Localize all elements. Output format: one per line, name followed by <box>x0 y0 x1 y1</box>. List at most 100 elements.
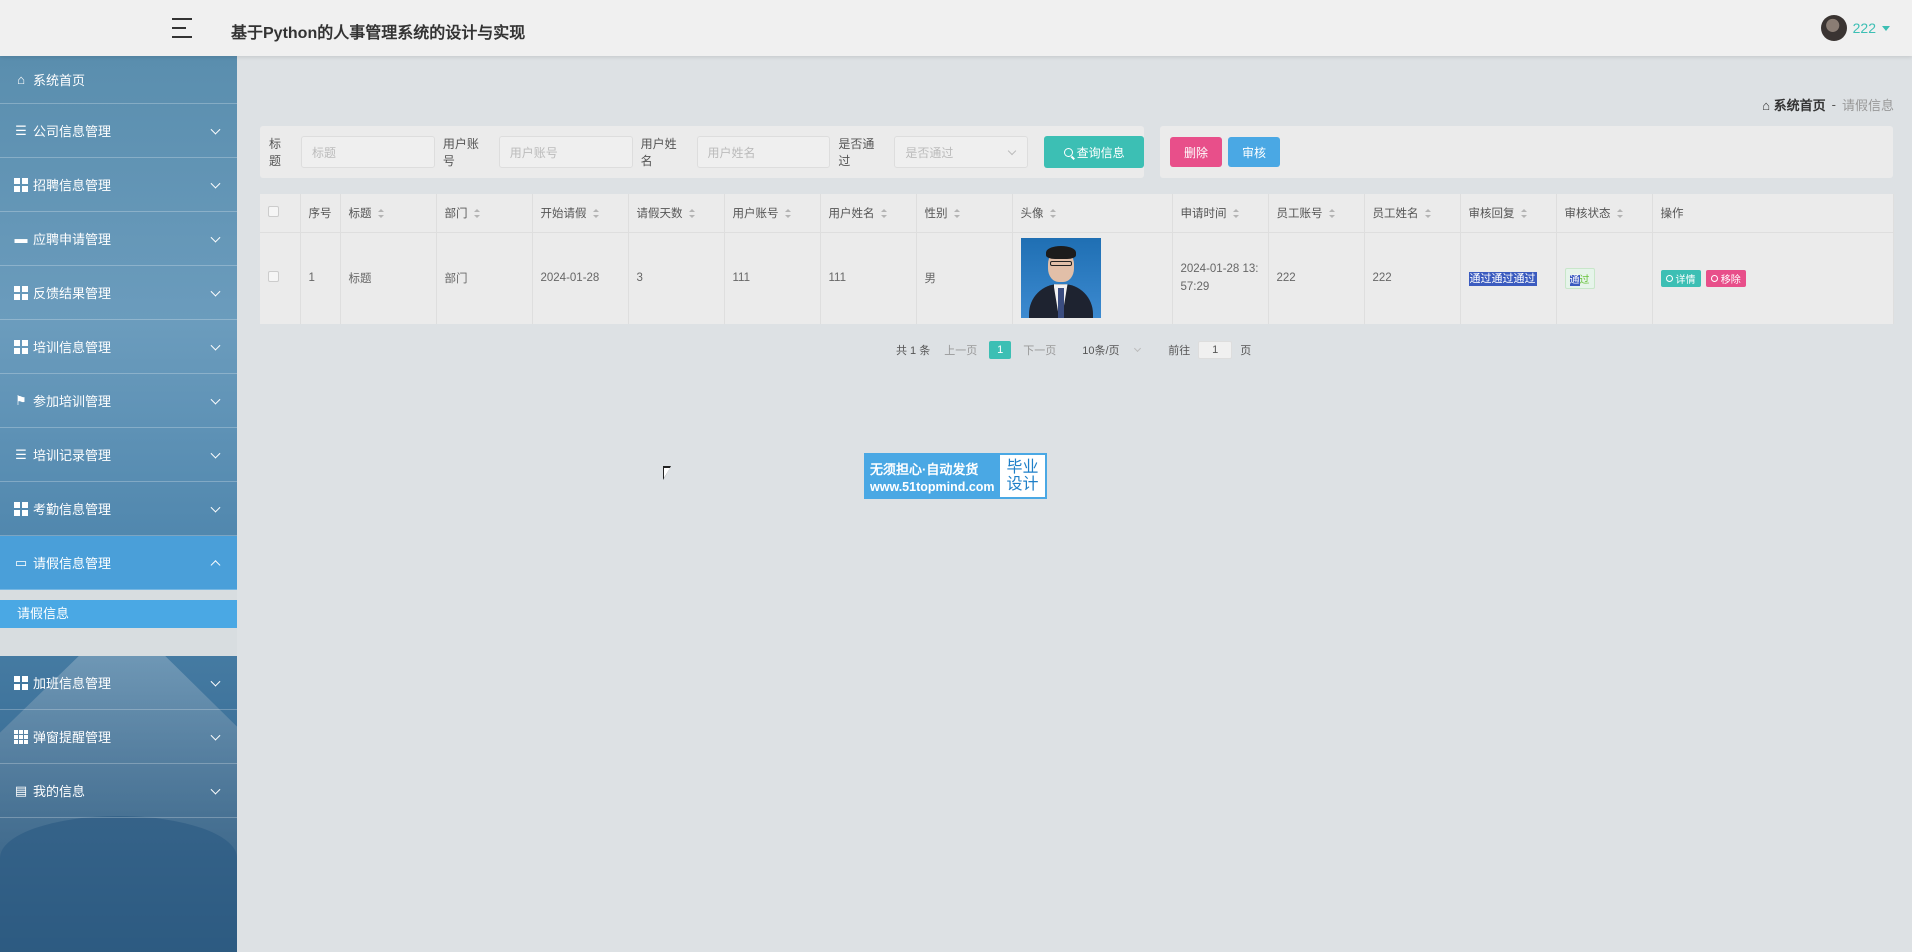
home-icon: ⌂ <box>1762 98 1770 113</box>
column-header[interactable]: 请假天数 <box>628 194 725 233</box>
search-button[interactable]: 查询信息 <box>1044 136 1145 168</box>
status-badge: 通过 <box>1564 267 1595 289</box>
cell-start: 2024-01-28 <box>532 232 629 324</box>
grid-icon <box>13 177 29 193</box>
pass-filter-select[interactable]: 是否通过 <box>894 136 1029 168</box>
grid-icon <box>13 285 29 301</box>
chevron-down-icon <box>210 676 221 687</box>
cell-title: 标题 <box>340 232 437 324</box>
name-filter-input[interactable]: 用户姓名 <box>696 136 831 168</box>
sidebar: ⌂ 系统首页 ☰ 公司信息管理 招聘信息管理 ▬ 应聘申请管理 反馈结果管理 培… <box>0 56 237 952</box>
column-header[interactable]: 开始请假 <box>532 194 629 233</box>
grid-icon <box>13 339 29 355</box>
row-checkbox[interactable] <box>268 271 279 283</box>
avatar-photo <box>1020 238 1101 319</box>
chevron-down-icon <box>210 340 221 351</box>
title-filter-input[interactable]: 标题 <box>300 136 435 168</box>
breadcrumb-current: 请假信息 <box>1841 98 1894 113</box>
sidebar-item-label: 培训记录管理 <box>33 448 112 463</box>
sort-icon <box>1232 209 1239 219</box>
cell-apply-time: 2024-01-28 13:57:29 <box>1172 232 1269 324</box>
column-header[interactable]: 用户账号 <box>724 194 821 233</box>
sidebar-menu: ⌂ 系统首页 ☰ 公司信息管理 招聘信息管理 ▬ 应聘申请管理 反馈结果管理 培… <box>0 56 237 818</box>
sidebar-item-company[interactable]: ☰ 公司信息管理 <box>0 104 237 158</box>
remove-button[interactable]: 移除 <box>1705 269 1746 287</box>
column-header: 序号 <box>300 194 341 233</box>
grid-icon <box>13 501 29 517</box>
breadcrumb-home[interactable]: ⌂ 系统首页 <box>1762 95 1826 114</box>
sidebar-item-home[interactable]: ⌂ 系统首页 <box>0 56 237 104</box>
sort-icon <box>1520 209 1527 219</box>
column-header[interactable]: 性别 <box>916 194 1013 233</box>
cell-index: 1 <box>300 232 341 324</box>
audit-button[interactable]: 审核 <box>1228 137 1280 167</box>
action-panel: 删除 审核 <box>1160 126 1893 178</box>
sidebar-item-training-record[interactable]: ☰ 培训记录管理 <box>0 428 237 482</box>
sort-icon <box>784 209 791 219</box>
cell-status: 通过 <box>1556 232 1653 324</box>
account-filter-label: 用户账号 <box>442 137 479 168</box>
sidebar-item-application[interactable]: ▬ 应聘申请管理 <box>0 212 237 266</box>
sidebar-item-label: 考勤信息管理 <box>33 502 112 517</box>
comment-icon: ▬ <box>14 231 28 246</box>
sort-icon <box>377 209 384 219</box>
sidebar-item-my-info[interactable]: ▤ 我的信息 <box>0 764 237 818</box>
sidebar-item-feedback[interactable]: 反馈结果管理 <box>0 266 237 320</box>
prev-page-button[interactable]: 上一页 <box>944 342 977 358</box>
sidebar-background-hill <box>0 816 237 952</box>
apps-icon <box>13 729 29 745</box>
account-filter-input[interactable]: 用户账号 <box>498 136 633 168</box>
sidebar-item-leave[interactable]: ▭ 请假信息管理 <box>0 536 237 590</box>
column-header[interactable]: 审核状态 <box>1556 194 1653 233</box>
sidebar-item-overtime[interactable]: 加班信息管理 <box>0 656 237 710</box>
sidebar-item-label: 公司信息管理 <box>33 124 112 139</box>
user-menu[interactable]: 222 <box>1820 15 1890 41</box>
sidebar-item-label: 加班信息管理 <box>33 676 112 691</box>
column-header[interactable]: 用户姓名 <box>820 194 917 233</box>
sidebar-item-label: 弹窗提醒管理 <box>33 730 112 745</box>
watermark-banner: 无须担心·自动发货 www.51topmind.com 毕业 设计 <box>864 453 1047 499</box>
chevron-up-icon <box>210 559 221 570</box>
column-header[interactable]: 申请时间 <box>1172 194 1269 233</box>
column-header[interactable]: 员工姓名 <box>1364 194 1461 233</box>
sort-icon <box>1616 209 1623 219</box>
page-size-select[interactable]: 10条/页 <box>1082 340 1144 360</box>
cell-gender: 男 <box>916 232 1013 324</box>
column-header[interactable]: 审核回复 <box>1460 194 1557 233</box>
cell-operations: 详情 移除 <box>1652 232 1894 324</box>
page-unit-label: 页 <box>1240 345 1252 357</box>
menu-toggle-icon[interactable] <box>172 18 194 38</box>
search-icon <box>1665 274 1673 282</box>
cell-days: 3 <box>628 232 725 324</box>
sort-icon <box>473 209 480 219</box>
pagination: 共 1 条 上一页 1 下一页 10条/页 前往 1 页 <box>896 340 1251 360</box>
sidebar-item-attendance[interactable]: 考勤信息管理 <box>0 482 237 536</box>
sidebar-item-join-training[interactable]: ⚑ 参加培训管理 <box>0 374 237 428</box>
sidebar-subitem-leave-info[interactable]: 请假信息 <box>0 600 237 628</box>
sort-icon <box>953 209 960 219</box>
sidebar-item-label: 请假信息管理 <box>33 556 112 571</box>
sidebar-item-label: 参加培训管理 <box>33 394 112 409</box>
sidebar-item-label: 我的信息 <box>33 784 86 799</box>
goto-page-input[interactable]: 1 <box>1198 341 1233 359</box>
column-header[interactable]: 员工账号 <box>1268 194 1365 233</box>
select-all-checkbox[interactable] <box>268 205 279 217</box>
sidebar-item-label: 反馈结果管理 <box>33 286 112 301</box>
column-header[interactable]: 头像 <box>1012 194 1173 233</box>
sort-icon <box>880 209 887 219</box>
sidebar-item-popup[interactable]: 弹窗提醒管理 <box>0 710 237 764</box>
delete-button[interactable]: 删除 <box>1170 137 1222 167</box>
column-header[interactable]: 部门 <box>436 194 533 233</box>
next-page-button[interactable]: 下一页 <box>1023 342 1056 358</box>
goto-label: 前往 <box>1168 345 1191 357</box>
title-filter-label: 标题 <box>269 137 282 168</box>
sort-icon <box>1424 209 1431 219</box>
detail-button[interactable]: 详情 <box>1660 269 1701 287</box>
column-header[interactable]: 标题 <box>340 194 437 233</box>
page-number-button[interactable]: 1 <box>989 341 1012 359</box>
cell-account: 111 <box>724 232 821 324</box>
sidebar-item-training[interactable]: 培训信息管理 <box>0 320 237 374</box>
pass-filter-label: 是否通过 <box>838 137 875 168</box>
sidebar-item-recruit[interactable]: 招聘信息管理 <box>0 158 237 212</box>
chevron-down-icon <box>210 394 221 405</box>
